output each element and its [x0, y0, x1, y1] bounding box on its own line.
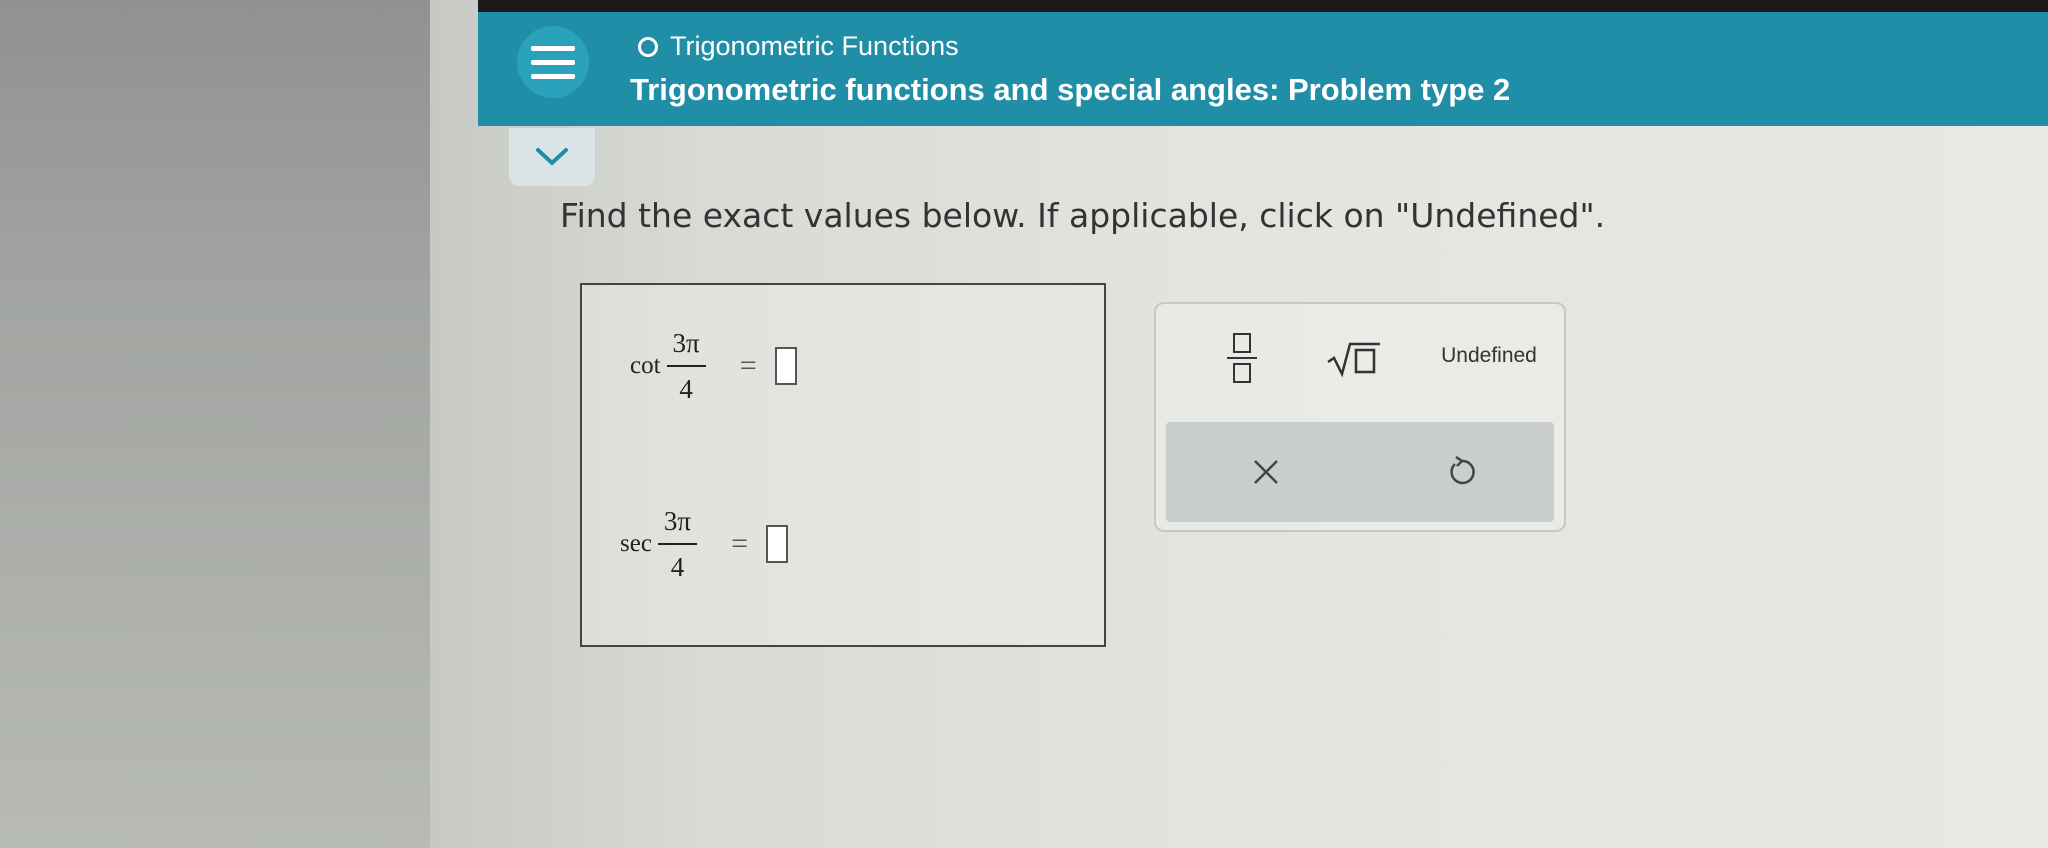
menu-icon-line	[531, 59, 575, 65]
collapse-toggle-button[interactable]	[509, 128, 595, 186]
fraction-icon-top	[1233, 333, 1251, 353]
clear-button[interactable]	[1226, 440, 1306, 504]
equals-sign: =	[739, 349, 757, 382]
reset-button[interactable]	[1422, 440, 1502, 504]
problem-row: cot 3π 4 =	[630, 325, 797, 407]
keypad-action-bar	[1166, 422, 1554, 522]
instruction-text: Find the exact values below. If applicab…	[560, 196, 1606, 235]
clear-x-icon	[1254, 460, 1278, 484]
menu-icon-line	[531, 73, 575, 79]
topic-breadcrumb[interactable]: Trigonometric Functions	[638, 31, 959, 62]
chevron-down-icon	[536, 148, 568, 165]
menu-button[interactable]	[517, 26, 589, 98]
undefined-button[interactable]: Undefined	[1424, 334, 1554, 378]
sqrt-button[interactable]	[1318, 324, 1390, 392]
page-title: Trigonometric functions and special angl…	[630, 72, 1511, 107]
angle-fraction: 3π 4	[657, 503, 698, 585]
fraction-icon-bar	[1227, 357, 1257, 359]
topic-label: Trigonometric Functions	[670, 31, 959, 61]
fraction-icon-bottom	[1233, 363, 1251, 383]
fraction-numerator: 3π	[657, 503, 698, 545]
answer-input-cot[interactable]	[774, 347, 797, 385]
function-name: sec	[620, 530, 652, 557]
answer-panel: cot 3π 4 = sec 3π 4 =	[580, 283, 1106, 647]
reset-icon	[1450, 455, 1475, 485]
equals-sign: =	[731, 527, 748, 560]
fraction-denominator: 4	[679, 374, 693, 404]
function-name: cot	[630, 352, 661, 379]
fraction-button[interactable]	[1208, 324, 1276, 392]
header-top-strip	[478, 0, 2048, 12]
fraction-numerator: 3π	[666, 325, 706, 367]
left-bezel	[0, 0, 430, 848]
problem-row: sec 3π 4 =	[620, 503, 788, 585]
topic-status-icon	[638, 36, 658, 57]
math-keypad: Undefined	[1154, 302, 1566, 532]
angle-fraction: 3π 4	[666, 325, 706, 407]
screen: Trigonometric Functions Trigonometric fu…	[0, 0, 2048, 848]
answer-input-sec[interactable]	[765, 525, 788, 563]
sqrt-icon	[1327, 342, 1380, 378]
fraction-denominator: 4	[670, 552, 685, 582]
menu-icon-line	[531, 45, 575, 51]
